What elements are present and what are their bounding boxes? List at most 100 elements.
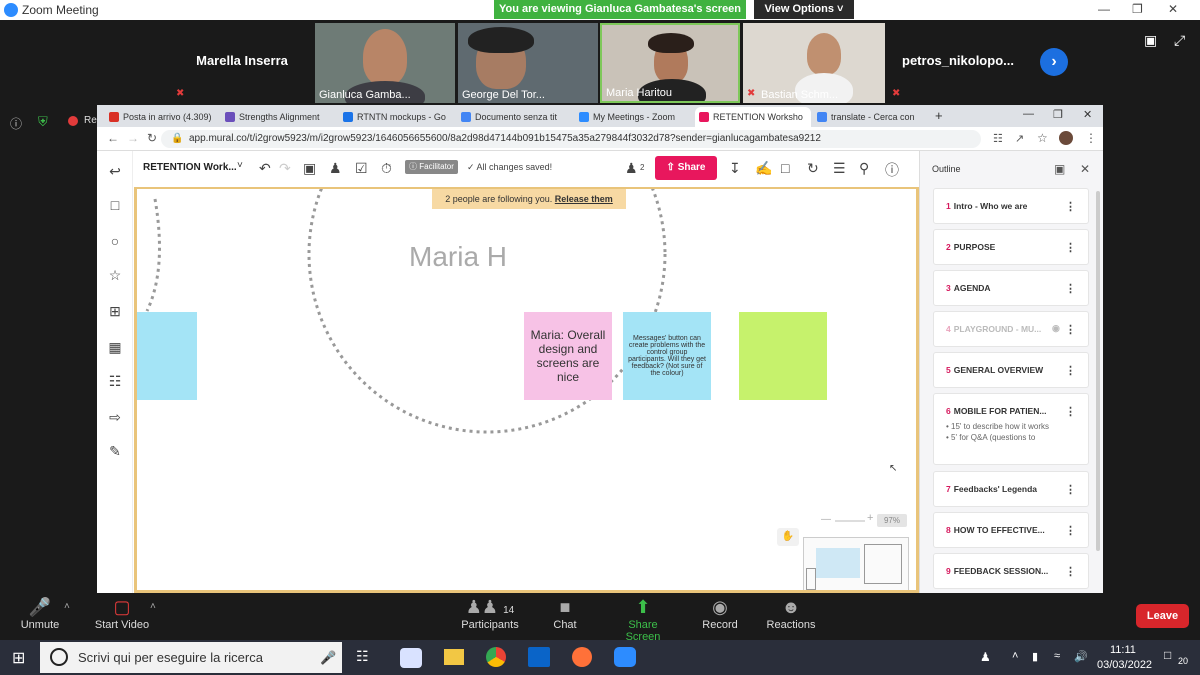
- hand-tool-icon[interactable]: ✋: [777, 528, 799, 546]
- present-icon[interactable]: ▣: [303, 160, 316, 177]
- restore-icon[interactable]: ❐: [1132, 2, 1143, 16]
- zoom-out-icon[interactable]: —: [821, 514, 831, 525]
- kebab-icon[interactable]: ⋮: [1065, 323, 1076, 336]
- firefox-icon[interactable]: [572, 647, 592, 667]
- sticky-note[interactable]: [739, 312, 827, 400]
- present-outline-icon[interactable]: ▣: [1054, 162, 1065, 176]
- mural-canvas[interactable]: 2 people are following you. Release them…: [134, 187, 919, 593]
- outline-item[interactable]: 9 FEEDBACK SESSION... ⋮: [933, 553, 1089, 589]
- chat-button[interactable]: ■ Chat: [545, 597, 585, 631]
- url-input[interactable]: 🔒 app.mural.co/t/i2grow5923/m/i2grow5923…: [161, 130, 981, 148]
- browser-tab[interactable]: RTNTN mockups - Go: [339, 107, 451, 127]
- participants-button[interactable]: ♟♟ 14 Participants: [460, 597, 520, 631]
- import-icon[interactable]: ⇨: [107, 409, 123, 425]
- hidden-eye-icon[interactable]: ◉: [1052, 323, 1060, 334]
- redo-icon[interactable]: ↷: [279, 160, 291, 177]
- timer-icon[interactable]: ⏱: [381, 160, 392, 177]
- outline-item[interactable]: 2 PURPOSE ⋮: [933, 229, 1089, 265]
- chevron-up-icon[interactable]: ˄: [150, 601, 156, 612]
- minimap[interactable]: [803, 537, 909, 590]
- security-shield-icon[interactable]: ⛨: [38, 114, 48, 130]
- close-icon[interactable]: ✕: [1168, 2, 1178, 16]
- chevron-down-icon[interactable]: ˅: [237, 160, 243, 171]
- kebab-icon[interactable]: ⋮: [1065, 483, 1076, 496]
- frameworks-icon[interactable]: ⊞: [107, 303, 123, 319]
- participant-tile[interactable]: ✖ Bastian Schm...: [743, 23, 885, 103]
- star-icon[interactable]: ☆: [107, 267, 123, 283]
- download-icon[interactable]: ↧: [729, 160, 741, 177]
- kebab-icon[interactable]: ⋮: [1065, 565, 1076, 578]
- participant-tile[interactable]: Maria Haritou: [600, 23, 740, 103]
- gallery-layout-icon[interactable]: ▣: [1144, 32, 1157, 49]
- reactions-button[interactable]: ☻ Reactions: [764, 597, 818, 631]
- browser-minimize-icon[interactable]: —: [1023, 108, 1034, 120]
- file-explorer-icon[interactable]: [444, 649, 464, 665]
- outline-icon[interactable]: ☰: [833, 160, 846, 177]
- start-video-button[interactable]: ▢ Start Video: [92, 597, 152, 631]
- facilitator-badge[interactable]: ⓘ Facilitator: [405, 160, 458, 174]
- participant-tile[interactable]: Marella Inserra ✖: [172, 23, 312, 103]
- outline-item[interactable]: 5 GENERAL OVERVIEW ⋮: [933, 352, 1089, 388]
- kebab-icon[interactable]: ⋮: [1065, 200, 1076, 213]
- clock-time[interactable]: 11:11: [1110, 644, 1136, 656]
- image-icon[interactable]: ▦: [107, 339, 123, 355]
- browser-tab-active[interactable]: RETENTION Worksho: [695, 107, 811, 127]
- share-page-icon[interactable]: ↗: [1015, 132, 1024, 145]
- board-title[interactable]: RETENTION Work...: [143, 162, 237, 173]
- tray-expand-icon[interactable]: ˄: [1012, 650, 1018, 662]
- participant-tile[interactable]: Gianluca Gamba...: [315, 23, 455, 103]
- outline-item[interactable]: 8 HOW TO EFFECTIVE... ⋮: [933, 512, 1089, 548]
- undo-icon[interactable]: ↶: [259, 160, 271, 177]
- minimize-icon[interactable]: —: [1098, 2, 1110, 16]
- search-icon[interactable]: ⚲: [859, 160, 869, 177]
- unmute-button[interactable]: 🎤 Unmute: [14, 597, 66, 631]
- zoom-slider[interactable]: [835, 520, 865, 522]
- share-screen-button[interactable]: ⬆ Share Screen: [610, 597, 676, 643]
- reload-icon[interactable]: ↻: [147, 131, 157, 145]
- zoom-in-icon[interactable]: +: [867, 512, 873, 524]
- windows-start-icon[interactable]: ⊞: [12, 648, 25, 668]
- release-them-link[interactable]: Release them: [555, 194, 613, 204]
- sticky-note[interactable]: Maria: Overall design and screens are ni…: [524, 312, 612, 400]
- users-icon[interactable]: ♟: [329, 160, 342, 177]
- collaborators-icon[interactable]: ♟: [625, 160, 638, 177]
- comments-icon[interactable]: ✍: [755, 160, 772, 177]
- participant-tile[interactable]: petros_nikolopo... ✖: [888, 23, 1028, 103]
- pencil-icon[interactable]: ✎: [107, 443, 123, 459]
- browser-tab[interactable]: Posta in arrivo (4.309): [105, 107, 215, 127]
- help-icon[interactable]: ⓘ: [885, 160, 899, 180]
- chat-icon[interactable]: □: [781, 160, 789, 176]
- leave-button[interactable]: Leave: [1136, 604, 1189, 628]
- record-button[interactable]: ◉ Record: [700, 597, 740, 631]
- outline-item[interactable]: 7 Feedbacks' Legenda ⋮: [933, 471, 1089, 507]
- zoom-taskbar-icon[interactable]: [614, 647, 636, 667]
- library-icon[interactable]: ☷: [107, 373, 123, 389]
- text-shape-icon[interactable]: ○: [107, 233, 123, 249]
- chrome-icon[interactable]: [486, 647, 506, 667]
- outline-item-expanded[interactable]: 6 MOBILE FOR PATIEN... ⋮ • 15' to describe…: [933, 393, 1089, 465]
- translate-icon[interactable]: ☷: [993, 132, 1003, 145]
- outline-item[interactable]: 1 Intro - Who we are ⋮: [933, 188, 1089, 224]
- app-icon[interactable]: [400, 648, 422, 668]
- kebab-icon[interactable]: ⋮: [1065, 282, 1076, 295]
- kebab-icon[interactable]: ⋮: [1065, 405, 1076, 418]
- view-options-button[interactable]: View Options ˅: [754, 0, 854, 19]
- sticky-note[interactable]: Messages' button can create problems wit…: [623, 312, 711, 400]
- kebab-icon[interactable]: ⋮: [1065, 524, 1076, 537]
- kebab-icon[interactable]: ⋮: [1065, 241, 1076, 254]
- battery-icon[interactable]: ▮: [1032, 650, 1038, 663]
- outline-scrollbar[interactable]: [1096, 191, 1100, 551]
- voting-icon[interactable]: ☑: [355, 160, 368, 177]
- sticky-note[interactable]: [137, 312, 197, 400]
- activity-icon[interactable]: ↻: [807, 160, 819, 177]
- browser-tab[interactable]: Strengths Alignment: [221, 107, 333, 127]
- forward-icon[interactable]: →: [127, 131, 139, 145]
- task-view-icon[interactable]: ☷: [356, 648, 369, 665]
- sticky-note-icon[interactable]: □: [107, 197, 123, 213]
- browser-tab[interactable]: Documento senza tit: [457, 107, 569, 127]
- taskbar-search[interactable]: Scrivi qui per eseguire la ricerca 🎤: [40, 642, 342, 673]
- fullscreen-icon[interactable]: ⤢: [1174, 32, 1185, 49]
- share-button[interactable]: ⇧ Share: [655, 156, 717, 180]
- close-outline-icon[interactable]: ✕: [1080, 162, 1090, 176]
- browser-close-icon[interactable]: ✕: [1083, 108, 1092, 121]
